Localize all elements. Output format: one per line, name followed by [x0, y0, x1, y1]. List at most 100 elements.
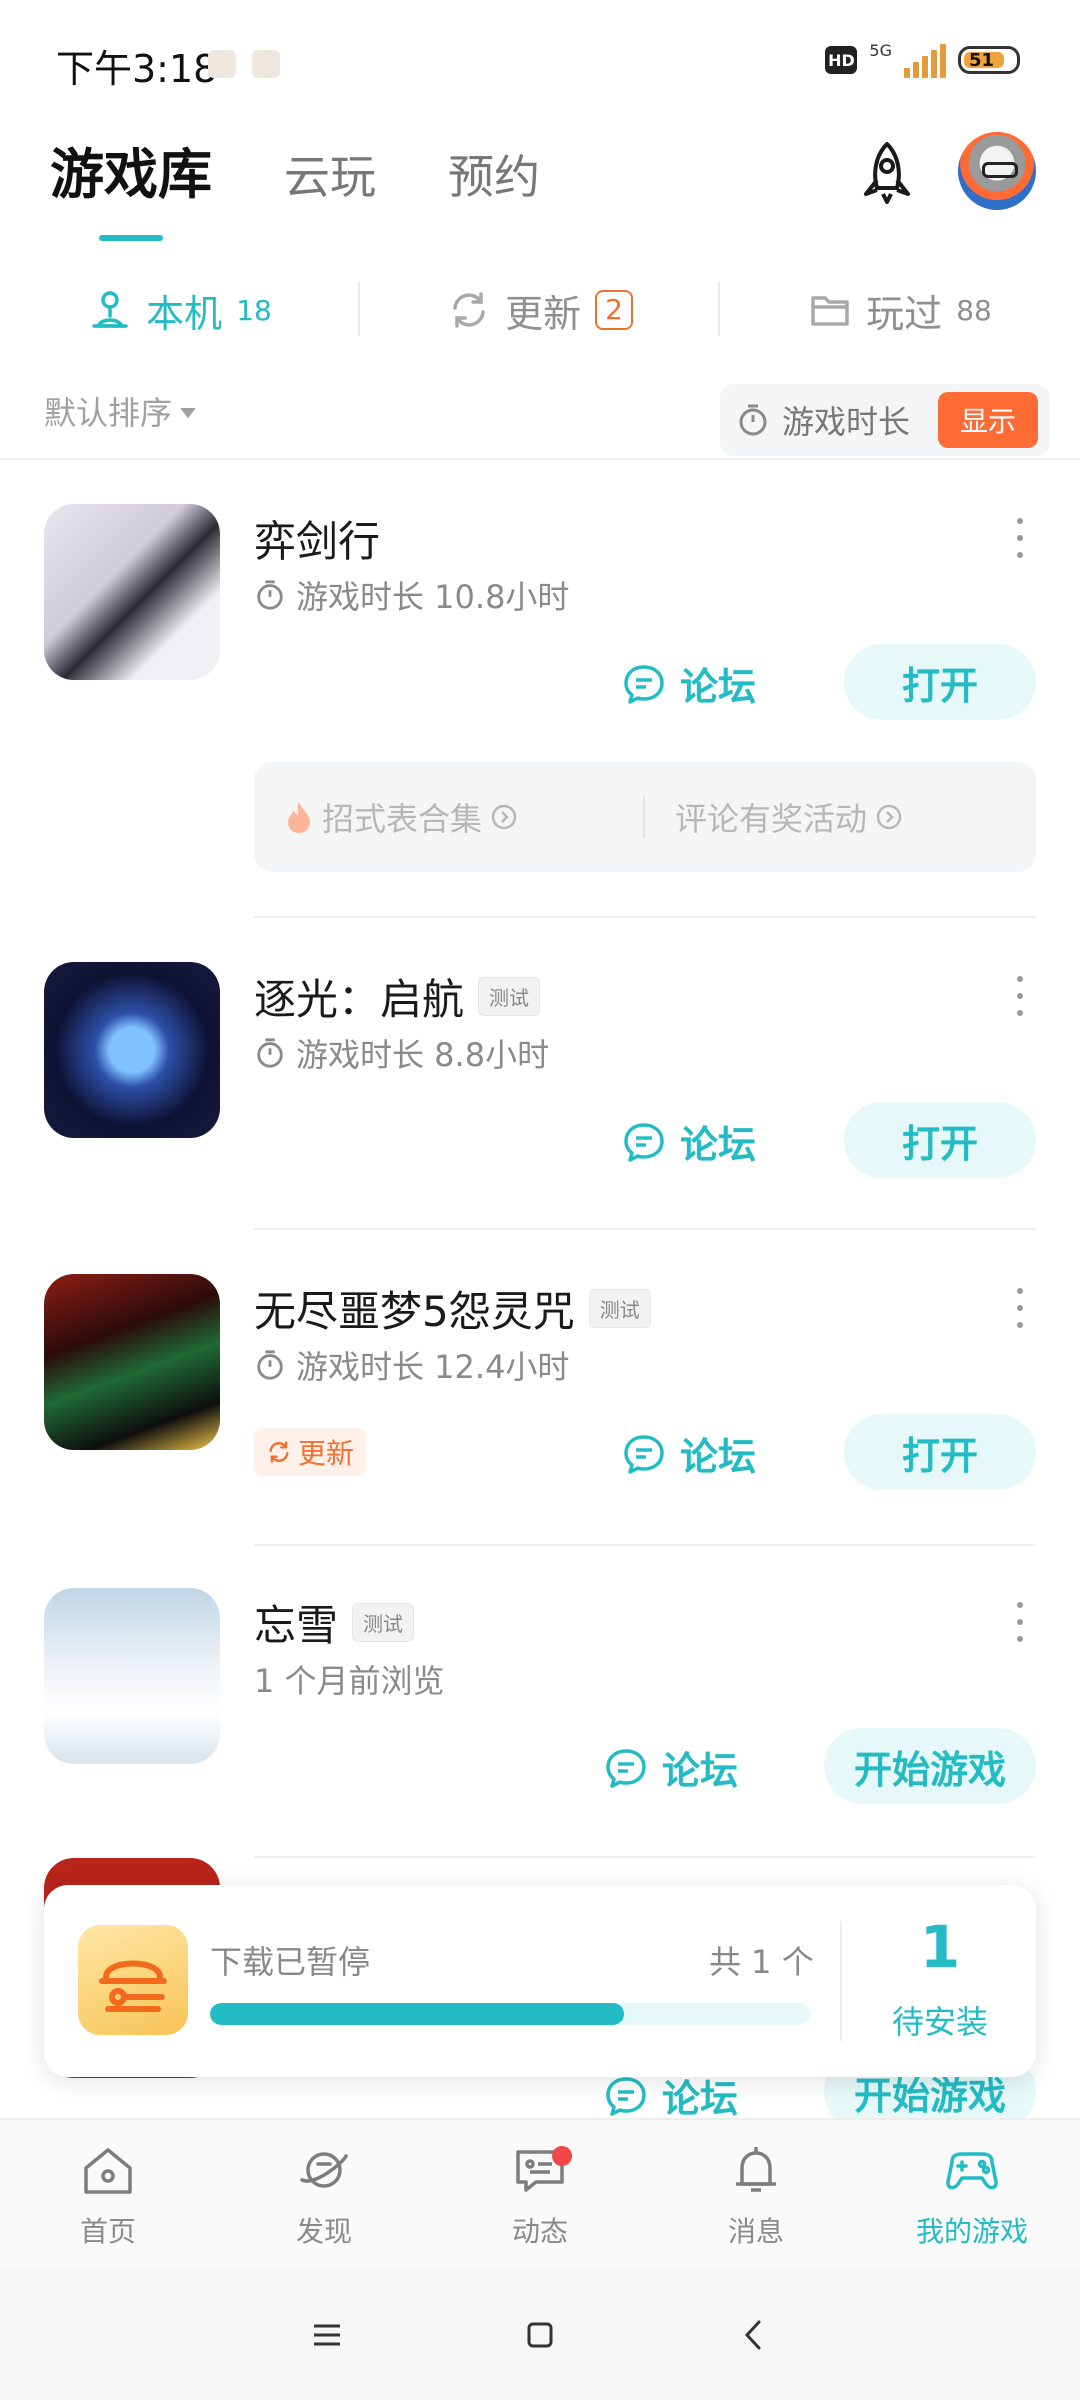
folder-icon — [811, 296, 849, 326]
download-card[interactable]: 下载已暂停 共 1 个 1 待安装 — [44, 1885, 1036, 2077]
bilibili-icon — [252, 50, 280, 78]
test-badge: 测试 — [478, 977, 541, 1016]
sub-tab-local[interactable]: 本机 18 — [0, 270, 360, 350]
nav-home[interactable]: 首页 — [0, 2120, 216, 2270]
update-tag[interactable]: 更新 — [254, 1428, 367, 1476]
game-icon[interactable] — [44, 504, 220, 680]
sub-tab-label: 玩过 — [866, 291, 943, 336]
game-icon[interactable] — [44, 1588, 220, 1764]
sort-dropdown[interactable]: 默认排序 — [44, 388, 197, 434]
forum-label: 论坛 — [680, 1123, 757, 1167]
open-game-button[interactable]: 打开 — [844, 1102, 1036, 1178]
forum-icon — [624, 1122, 664, 1162]
hd-icon: HD — [825, 46, 858, 74]
timer-icon — [739, 404, 767, 436]
status-indicators: HD 5G 51 — [825, 40, 1020, 78]
forum-icon — [606, 1748, 646, 1788]
sub-tab-update[interactable]: 更新 2 — [360, 270, 720, 350]
status-bar: 下午3:18 HD 5G 51 — [0, 0, 1080, 120]
local-games-icon — [92, 291, 128, 328]
test-badge: 测试 — [352, 1603, 415, 1642]
network-type: 5G — [869, 40, 892, 60]
tab-game-library[interactable]: 游戏库 — [50, 130, 212, 209]
download-progress-fill — [210, 2003, 624, 2025]
last-viewed-text: 1 个月前浏览 — [254, 1662, 445, 1700]
more-options-icon[interactable] — [1010, 1602, 1030, 1642]
game-title[interactable]: 忘雪 测试 — [254, 1592, 415, 1653]
download-status: 下载已暂停 — [210, 1943, 371, 1981]
nav-discover[interactable]: 发现 — [216, 2120, 432, 2270]
game-title-text: 逐光：启航 — [254, 975, 465, 1024]
forum-link[interactable]: 论坛 — [622, 1426, 756, 1481]
duration-label: 游戏时长 — [782, 403, 911, 441]
divider — [254, 1544, 1036, 1546]
fire-icon — [288, 802, 310, 833]
more-options-icon[interactable] — [1010, 1288, 1030, 1328]
timer-icon — [257, 1038, 283, 1068]
notification-dot — [552, 2146, 572, 2166]
start-game-button[interactable]: 开始游戏 — [824, 1728, 1036, 1804]
update-count-badge: 2 — [595, 290, 633, 330]
nav-messages[interactable]: 消息 — [648, 2120, 864, 2270]
nav-my-games[interactable]: 我的游戏 — [864, 2120, 1080, 2270]
game-last-viewed: 1 个月前浏览 — [254, 1656, 445, 1702]
forum-label: 论坛 — [680, 665, 757, 709]
sub-tabs: 本机 18 更新 2 玩过 88 — [0, 270, 1080, 350]
chevron-right-circle-icon — [491, 804, 517, 830]
system-nav-bar — [0, 2270, 1080, 2400]
game-icon[interactable] — [44, 962, 220, 1138]
promo-link-comment-event[interactable]: 评论有奖活动 — [645, 794, 1036, 840]
forum-link[interactable]: 论坛 — [604, 1740, 738, 1795]
sort-label: 默认排序 — [44, 394, 173, 432]
sub-tab-count: 18 — [236, 293, 272, 327]
tab-cloud-play[interactable]: 云玩 — [284, 141, 376, 207]
pending-install-count[interactable]: 1 — [844, 1913, 1036, 1981]
promo-label: 评论有奖活动 — [675, 800, 868, 838]
chevron-right-circle-icon — [876, 804, 902, 830]
download-progress-bar — [210, 2003, 810, 2025]
open-game-button[interactable]: 打开 — [844, 644, 1036, 720]
forum-link[interactable]: 论坛 — [622, 1114, 756, 1169]
refresh-icon — [269, 1441, 289, 1463]
game-playtime: 游戏时长 10.8小时 — [254, 572, 569, 618]
top-tabs: 游戏库 云玩 预约 — [50, 130, 540, 209]
home-square-icon[interactable] — [518, 2313, 562, 2357]
tiktok-icon — [208, 50, 236, 78]
promo-link-moves[interactable]: 招式表合集 — [254, 794, 645, 840]
game-title-text: 无尽噩梦5怨灵咒 — [254, 1287, 575, 1336]
back-icon[interactable] — [731, 2313, 775, 2357]
timer-icon — [257, 580, 283, 610]
more-options-icon[interactable] — [1010, 976, 1030, 1016]
game-icon[interactable] — [44, 1274, 220, 1450]
more-options-icon[interactable] — [1010, 518, 1030, 558]
game-title[interactable]: 弈剑行 — [254, 508, 380, 569]
nav-label: 首页 — [79, 2215, 136, 2248]
duration-toggle[interactable]: 游戏时长 显示 — [720, 384, 1050, 456]
caret-down-icon — [180, 408, 197, 418]
show-duration-button[interactable]: 显示 — [937, 392, 1038, 448]
game-title[interactable]: 逐光：启航 测试 — [254, 966, 541, 1027]
game-title[interactable]: 无尽噩梦5怨灵咒 测试 — [254, 1278, 651, 1339]
sub-tab-label: 更新 — [505, 291, 582, 336]
sub-tab-played[interactable]: 玩过 88 — [720, 270, 1080, 350]
sub-tab-count: 88 — [956, 293, 992, 327]
planet-icon — [300, 2152, 348, 2188]
menu-icon[interactable] — [305, 2313, 349, 2357]
tab-reservation[interactable]: 预约 — [448, 141, 540, 207]
update-label: 更新 — [298, 1437, 355, 1470]
playtime-text: 游戏时长 12.4小时 — [296, 1348, 570, 1386]
open-game-button[interactable]: 打开 — [844, 1414, 1036, 1490]
rocket-icon[interactable] — [852, 138, 922, 208]
divider — [254, 1228, 1036, 1230]
playtime-text: 游戏时长 10.8小时 — [296, 578, 570, 616]
avatar[interactable] — [958, 132, 1036, 210]
download-app-icon — [78, 1925, 188, 2035]
forum-link[interactable]: 论坛 — [622, 656, 756, 711]
divider — [254, 1856, 1036, 1858]
pending-install-label[interactable]: 待安装 — [844, 1997, 1036, 2043]
nav-feed[interactable]: 动态 — [432, 2120, 648, 2270]
game-title-text: 弈剑行 — [254, 517, 381, 566]
divider — [254, 916, 1036, 918]
refresh-icon — [453, 292, 485, 328]
download-total: 共 1 个 — [709, 1943, 814, 1981]
